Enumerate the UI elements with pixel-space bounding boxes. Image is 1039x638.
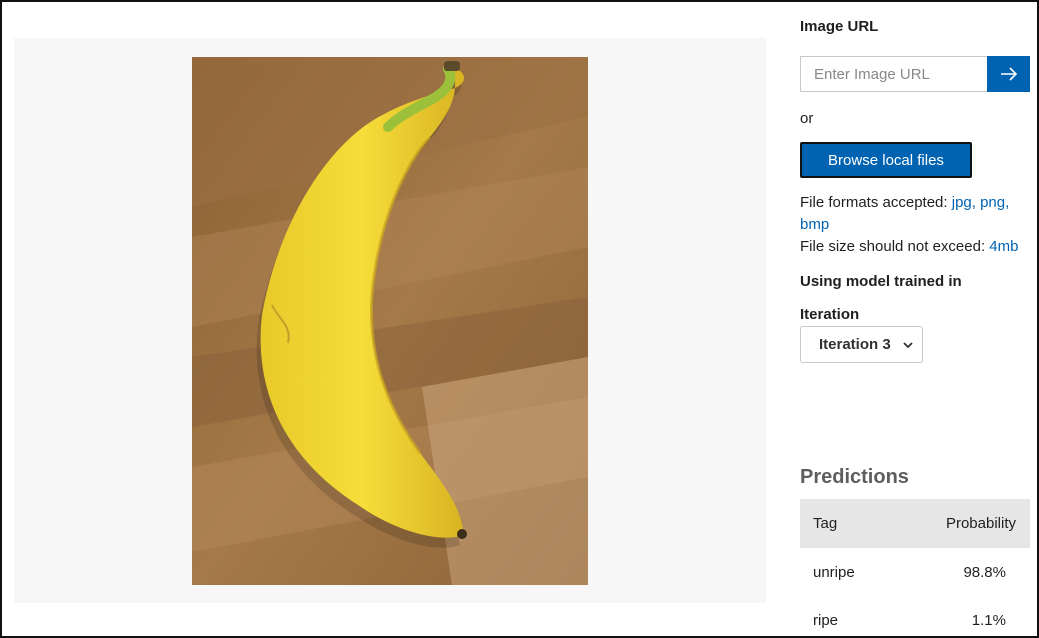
prediction-probability: 98.8%	[963, 563, 1006, 581]
browse-local-files-button[interactable]: Browse local files	[800, 142, 972, 178]
or-label: or	[800, 110, 814, 127]
size-label: File size should not exceed:	[800, 238, 990, 255]
prediction-tag: unripe	[813, 563, 855, 581]
column-header-tag: Tag	[800, 499, 891, 548]
arrow-right-icon	[1000, 67, 1017, 81]
iteration-label: Iteration	[800, 306, 860, 323]
predictions-table: Tag Probability unripe 98.8% ripe 1.1%	[800, 499, 1030, 638]
formats-label: File formats accepted:	[800, 194, 952, 211]
submit-url-button[interactable]	[987, 56, 1030, 92]
app-frame: Image URL or Browse local files File for…	[0, 0, 1039, 638]
url-input-row	[800, 56, 1030, 92]
model-trained-label: Using model trained in	[800, 273, 962, 290]
iteration-select[interactable]: Iteration 3	[800, 326, 923, 363]
prediction-probability: 1.1%	[971, 611, 1006, 629]
table-row: ripe 1.1%	[800, 596, 1030, 638]
image-url-label: Image URL	[800, 18, 879, 35]
image-preview-panel	[14, 38, 766, 603]
prediction-tag: ripe	[813, 611, 839, 629]
uploaded-image	[192, 57, 588, 585]
table-row: unripe 98.8%	[800, 548, 1030, 596]
table-header-row: Tag Probability	[800, 499, 1030, 548]
column-header-probability: Probability	[890, 499, 1030, 548]
file-requirements: File formats accepted: jpg, png, bmp Fil…	[800, 192, 1030, 258]
image-url-input[interactable]	[800, 56, 987, 92]
predictions-title: Predictions	[800, 466, 909, 488]
size-value: 4mb	[989, 238, 1019, 255]
chevron-down-icon	[903, 342, 913, 349]
iteration-selected-value: Iteration 3	[819, 336, 891, 353]
